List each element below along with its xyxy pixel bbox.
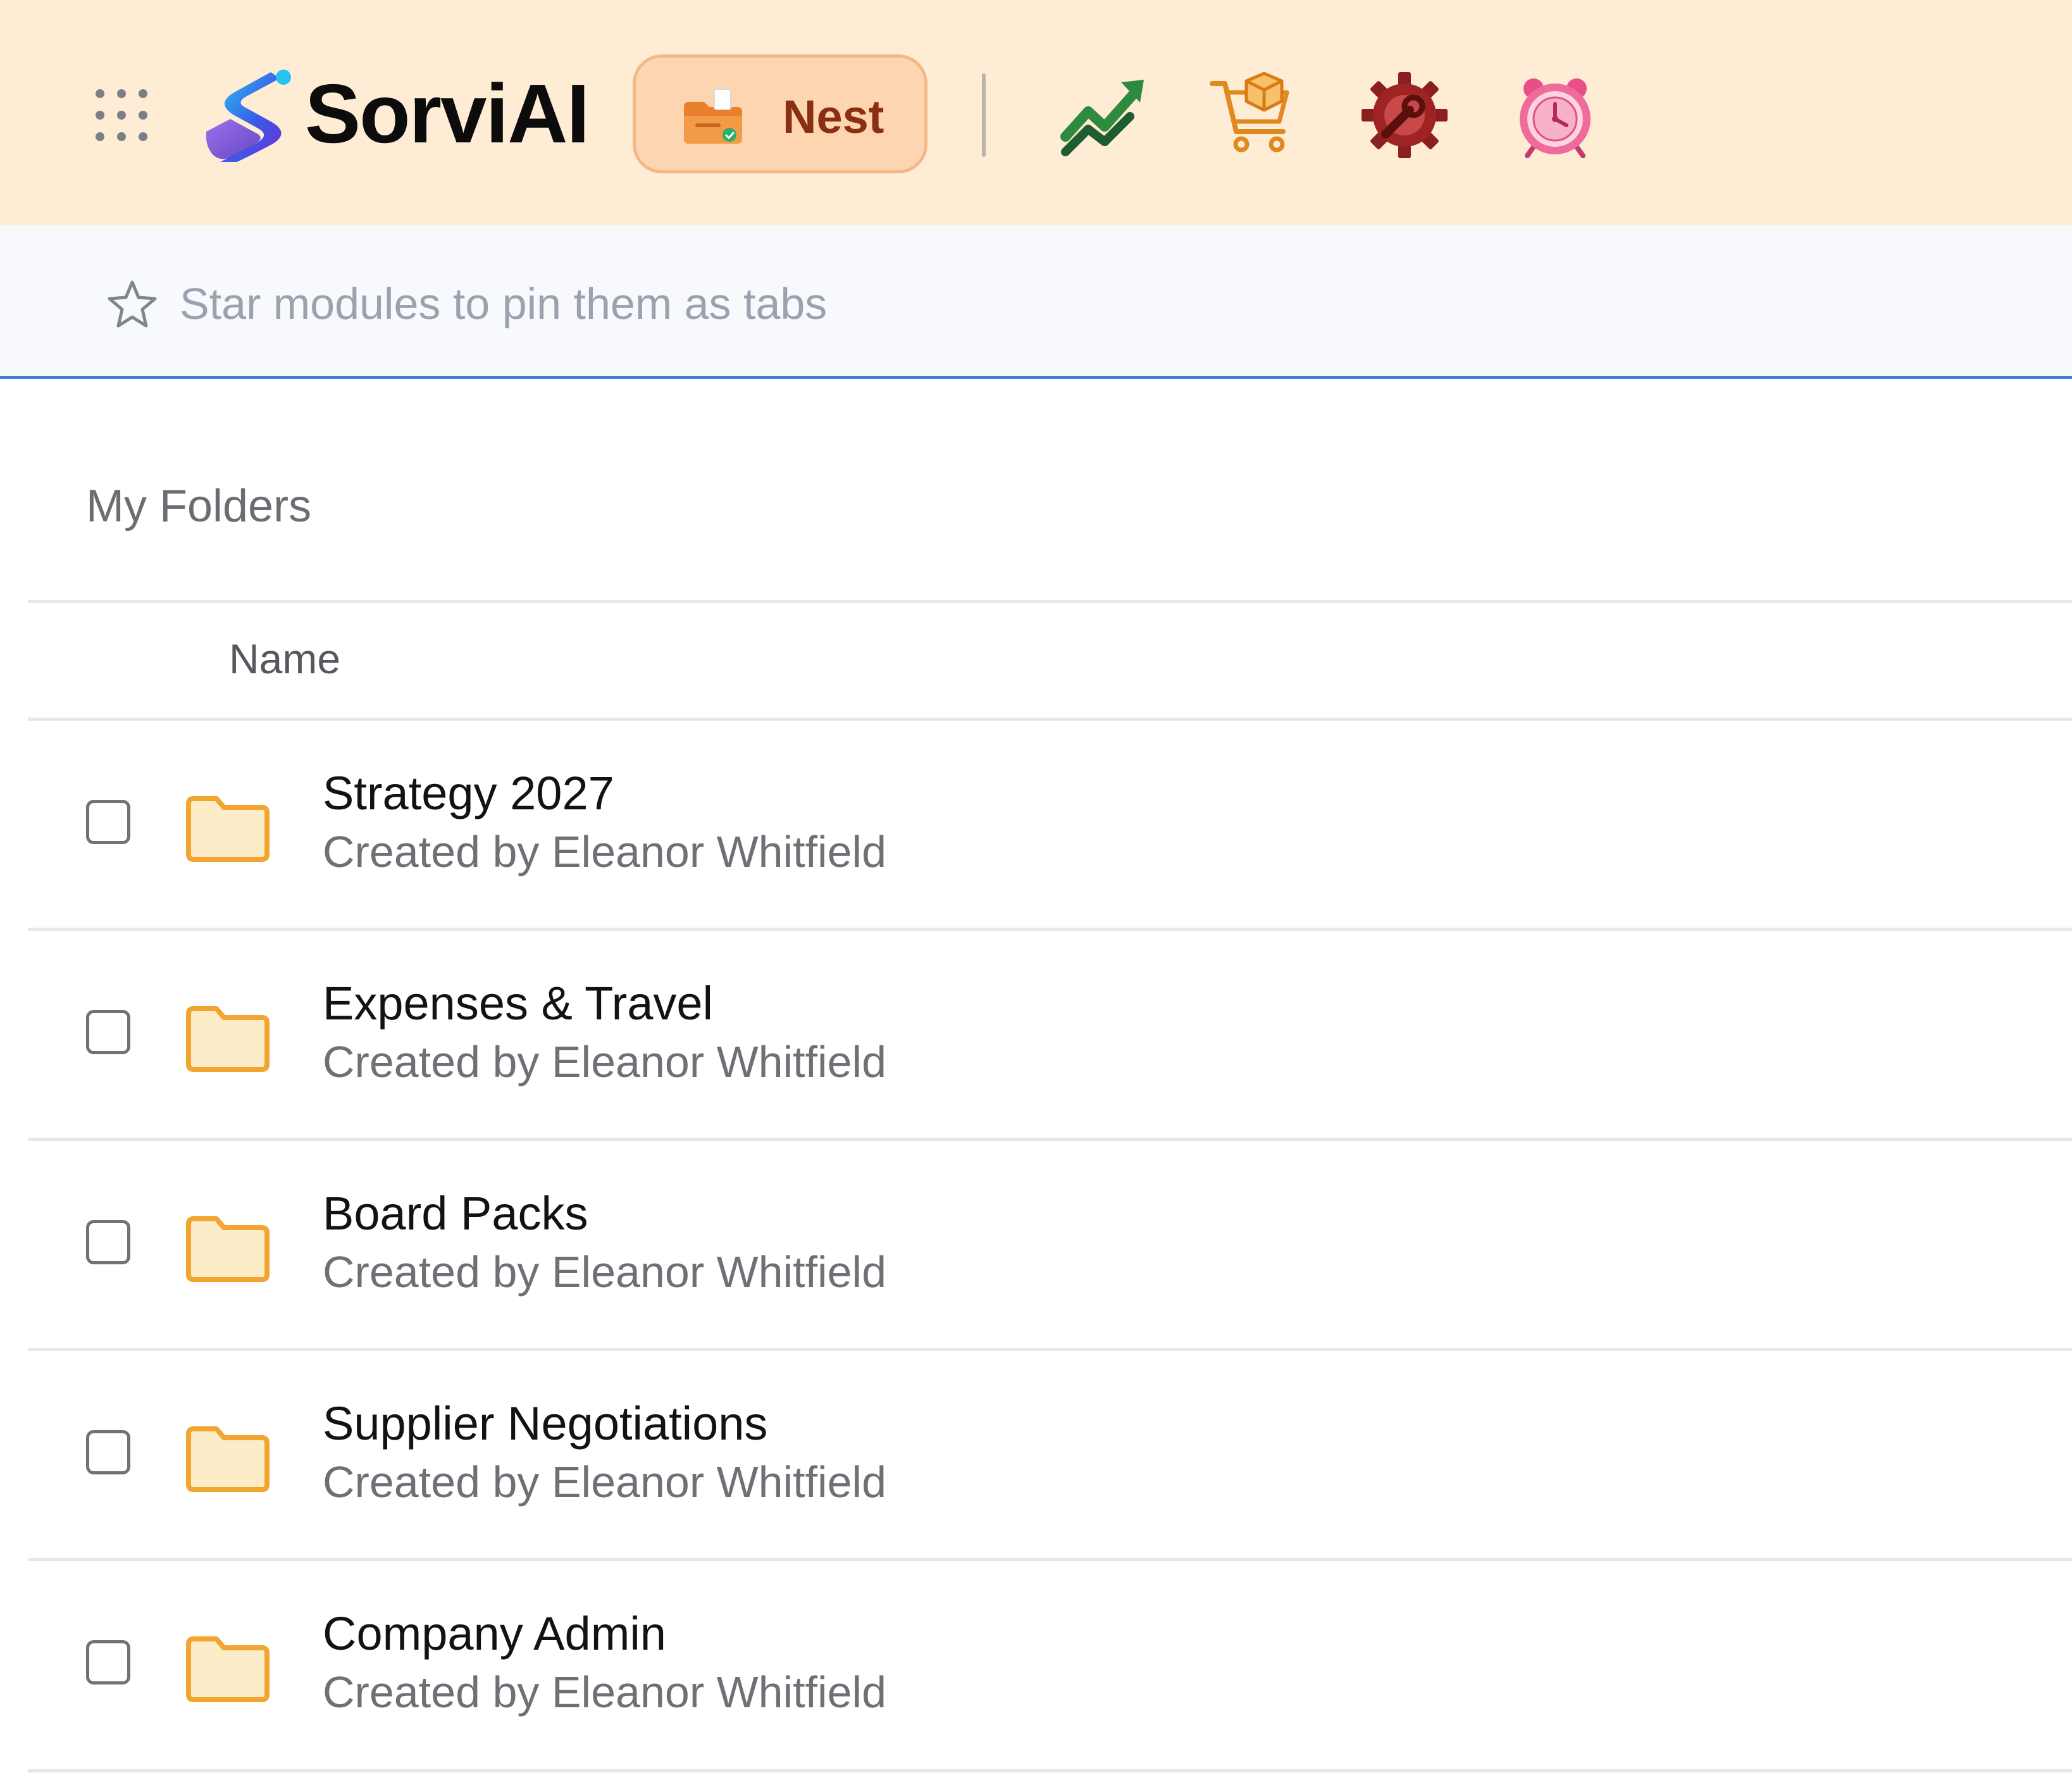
folder-icon [186, 1636, 270, 1702]
header-bottom-divider [28, 718, 2072, 721]
row-divider [28, 1348, 2072, 1351]
folder-box-icon [684, 89, 742, 144]
nest-module-label: Nest [783, 90, 884, 143]
header-top-divider [28, 600, 2072, 603]
star-icon[interactable] [106, 278, 158, 330]
brand-name: SorviAI [305, 67, 590, 160]
row-divider [28, 1769, 2072, 1772]
nest-module-button[interactable]: Nest [633, 54, 927, 173]
row-checkbox[interactable] [86, 1640, 130, 1684]
row-divider [28, 928, 2072, 931]
folder-name[interactable]: Supplier Negotiations [323, 1393, 767, 1454]
row-divider [28, 1558, 2072, 1561]
folder-name[interactable]: Board Packs [323, 1183, 588, 1244]
folder-created-by: Created by Eleanor Whitfield [323, 1247, 886, 1297]
row-checkbox[interactable] [86, 800, 130, 844]
folder-created-by: Created by Eleanor Whitfield [323, 1667, 886, 1717]
folder-name[interactable]: Expenses & Travel [323, 973, 713, 1034]
folder-row[interactable]: Board Packs Created by Eleanor Whitfield [28, 1142, 2072, 1350]
section-title: My Folders [86, 481, 312, 532]
column-header-name[interactable]: Name [229, 630, 340, 687]
folder-icon [186, 796, 270, 862]
folder-row[interactable]: Supplier Negotiations Created by Eleanor… [28, 1352, 2072, 1560]
folder-created-by: Created by Eleanor Whitfield [323, 1037, 886, 1087]
top-app-bar: SorviAI Nest [0, 0, 2072, 225]
folder-icon [186, 1426, 270, 1492]
alarm-clock-icon[interactable] [1511, 71, 1599, 159]
row-checkbox[interactable] [86, 1220, 130, 1264]
row-checkbox[interactable] [86, 1010, 130, 1054]
folder-row[interactable]: Expenses & Travel Created by Eleanor Whi… [28, 931, 2072, 1140]
folder-row[interactable]: Company Admin Created by Eleanor Whitfie… [28, 1562, 2072, 1771]
folder-row[interactable]: Strategy 2027 Created by Eleanor Whitfie… [28, 721, 2072, 930]
folder-created-by: Created by Eleanor Whitfield [323, 827, 886, 876]
folder-name[interactable]: Company Admin [323, 1603, 666, 1664]
toolbar-divider [982, 73, 986, 157]
pin-hint-text: Star modules to pin them as tabs [180, 279, 828, 328]
row-checkbox[interactable] [86, 1430, 130, 1474]
folder-icon [186, 1216, 270, 1282]
folder-created-by: Created by Eleanor Whitfield [323, 1457, 886, 1507]
sorviai-logo-icon [206, 70, 291, 162]
gear-wrench-icon[interactable] [1360, 71, 1449, 159]
folder-icon [186, 1006, 270, 1072]
brand[interactable]: SorviAI [201, 63, 590, 165]
folder-name[interactable]: Strategy 2027 [323, 763, 614, 824]
app-grid-icon[interactable] [95, 89, 148, 142]
shopping-cart-icon[interactable] [1208, 71, 1297, 159]
growth-chart-icon[interactable] [1060, 71, 1149, 159]
row-divider [28, 1138, 2072, 1141]
